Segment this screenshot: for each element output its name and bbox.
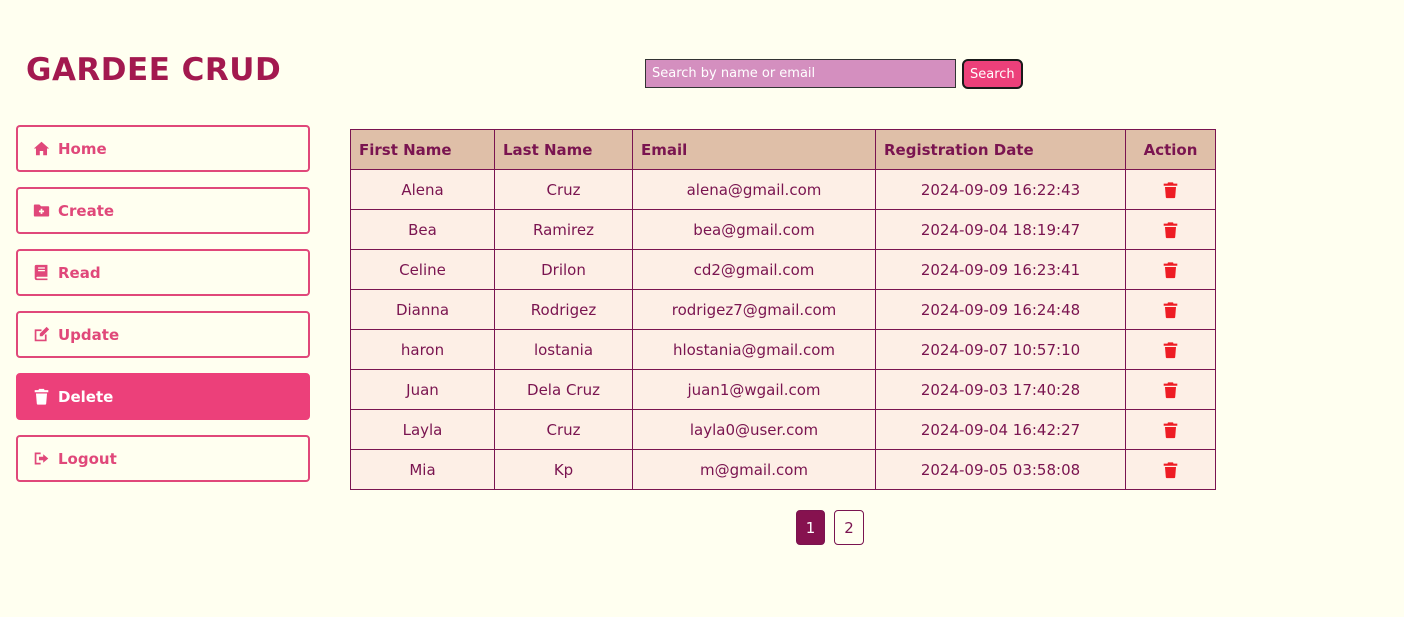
table-row: Alena Cruz alena@gmail.com 2024-09-09 16… <box>350 169 1216 210</box>
delete-row-button[interactable] <box>1162 180 1179 198</box>
cell-email: cd2@gmail.com <box>632 249 876 290</box>
folder-plus-icon <box>33 202 50 219</box>
trash-icon <box>1163 302 1178 318</box>
search-button[interactable]: Search <box>962 59 1023 89</box>
cell-first-name: Dianna <box>350 289 495 330</box>
cell-action <box>1125 169 1216 210</box>
cell-last-name: Cruz <box>494 409 633 450</box>
sidebar-item-update[interactable]: Update <box>16 311 310 358</box>
trash-icon <box>1163 222 1178 238</box>
cell-email: juan1@wgail.com <box>632 369 876 410</box>
sidebar-item-logout[interactable]: Logout <box>16 435 310 482</box>
cell-last-name: Ramirez <box>494 209 633 250</box>
column-header-registration-date: Registration Date <box>875 129 1126 170</box>
cell-email: hlostania@gmail.com <box>632 329 876 370</box>
sidebar-item-delete[interactable]: Delete <box>16 373 310 420</box>
delete-row-button[interactable] <box>1162 220 1179 238</box>
cell-last-name: Dela Cruz <box>494 369 633 410</box>
trash-icon <box>1163 342 1178 358</box>
sidebar-item-label: Create <box>58 201 115 220</box>
table-row: haron lostania hlostania@gmail.com 2024-… <box>350 329 1216 370</box>
table-row: Bea Ramirez bea@gmail.com 2024-09-04 18:… <box>350 209 1216 250</box>
delete-row-button[interactable] <box>1162 300 1179 318</box>
delete-row-button[interactable] <box>1162 380 1179 398</box>
sidebar-item-label: Read <box>58 263 101 282</box>
trash-icon <box>1163 422 1178 438</box>
home-icon <box>33 140 50 157</box>
cell-action <box>1125 289 1216 330</box>
sidebar: Home Create Read Update Delete Logout <box>16 125 310 497</box>
cell-last-name: Kp <box>494 449 633 490</box>
table-row: Dianna Rodrigez rodrigez7@gmail.com 2024… <box>350 289 1216 330</box>
cell-first-name: Celine <box>350 249 495 290</box>
cell-action <box>1125 449 1216 490</box>
delete-row-button[interactable] <box>1162 260 1179 278</box>
logout-icon <box>33 450 50 467</box>
trash-icon <box>33 388 50 405</box>
cell-email: m@gmail.com <box>632 449 876 490</box>
page-button-2[interactable]: 2 <box>834 510 864 545</box>
cell-registration-date: 2024-09-07 10:57:10 <box>875 329 1126 370</box>
cell-email: bea@gmail.com <box>632 209 876 250</box>
users-table: First Name Last Name Email Registration … <box>350 129 1216 490</box>
sidebar-item-read[interactable]: Read <box>16 249 310 296</box>
cell-action <box>1125 409 1216 450</box>
table-row: Layla Cruz layla0@user.com 2024-09-04 16… <box>350 409 1216 450</box>
delete-row-button[interactable] <box>1162 340 1179 358</box>
cell-registration-date: 2024-09-09 16:24:48 <box>875 289 1126 330</box>
pagination: 1 2 <box>796 510 864 545</box>
table-row: Juan Dela Cruz juan1@wgail.com 2024-09-0… <box>350 369 1216 410</box>
cell-last-name: Drilon <box>494 249 633 290</box>
column-header-first-name: First Name <box>350 129 495 170</box>
sidebar-item-label: Delete <box>58 387 114 406</box>
column-header-last-name: Last Name <box>494 129 633 170</box>
search-box: Search <box>645 59 1023 89</box>
delete-row-button[interactable] <box>1162 460 1179 478</box>
sidebar-item-label: Home <box>58 139 107 158</box>
book-icon <box>33 264 50 281</box>
cell-registration-date: 2024-09-03 17:40:28 <box>875 369 1126 410</box>
cell-action <box>1125 209 1216 250</box>
cell-action <box>1125 329 1216 370</box>
column-header-action: Action <box>1125 129 1216 170</box>
trash-icon <box>1163 462 1178 478</box>
sidebar-item-create[interactable]: Create <box>16 187 310 234</box>
sidebar-item-label: Update <box>58 325 120 344</box>
table-header-row: First Name Last Name Email Registration … <box>350 129 1216 170</box>
cell-last-name: lostania <box>494 329 633 370</box>
cell-email: alena@gmail.com <box>632 169 876 210</box>
cell-last-name: Rodrigez <box>494 289 633 330</box>
cell-registration-date: 2024-09-09 16:23:41 <box>875 249 1126 290</box>
cell-email: rodrigez7@gmail.com <box>632 289 876 330</box>
cell-first-name: Bea <box>350 209 495 250</box>
cell-registration-date: 2024-09-09 16:22:43 <box>875 169 1126 210</box>
cell-first-name: Layla <box>350 409 495 450</box>
cell-first-name: Alena <box>350 169 495 210</box>
cell-registration-date: 2024-09-05 03:58:08 <box>875 449 1126 490</box>
cell-first-name: Juan <box>350 369 495 410</box>
sidebar-item-label: Logout <box>58 449 117 468</box>
sidebar-item-home[interactable]: Home <box>16 125 310 172</box>
page-button-1[interactable]: 1 <box>796 510 825 545</box>
edit-icon <box>33 326 50 343</box>
trash-icon <box>1163 382 1178 398</box>
app-title: GARDEE CRUD <box>26 52 282 88</box>
cell-first-name: haron <box>350 329 495 370</box>
cell-action <box>1125 249 1216 290</box>
delete-row-button[interactable] <box>1162 420 1179 438</box>
cell-registration-date: 2024-09-04 16:42:27 <box>875 409 1126 450</box>
trash-icon <box>1163 182 1178 198</box>
table-row: Celine Drilon cd2@gmail.com 2024-09-09 1… <box>350 249 1216 290</box>
cell-email: layla0@user.com <box>632 409 876 450</box>
cell-last-name: Cruz <box>494 169 633 210</box>
cell-action <box>1125 369 1216 410</box>
search-input[interactable] <box>645 59 956 88</box>
table-row: Mia Kp m@gmail.com 2024-09-05 03:58:08 <box>350 449 1216 490</box>
column-header-email: Email <box>632 129 876 170</box>
cell-registration-date: 2024-09-04 18:19:47 <box>875 209 1126 250</box>
trash-icon <box>1163 262 1178 278</box>
cell-first-name: Mia <box>350 449 495 490</box>
